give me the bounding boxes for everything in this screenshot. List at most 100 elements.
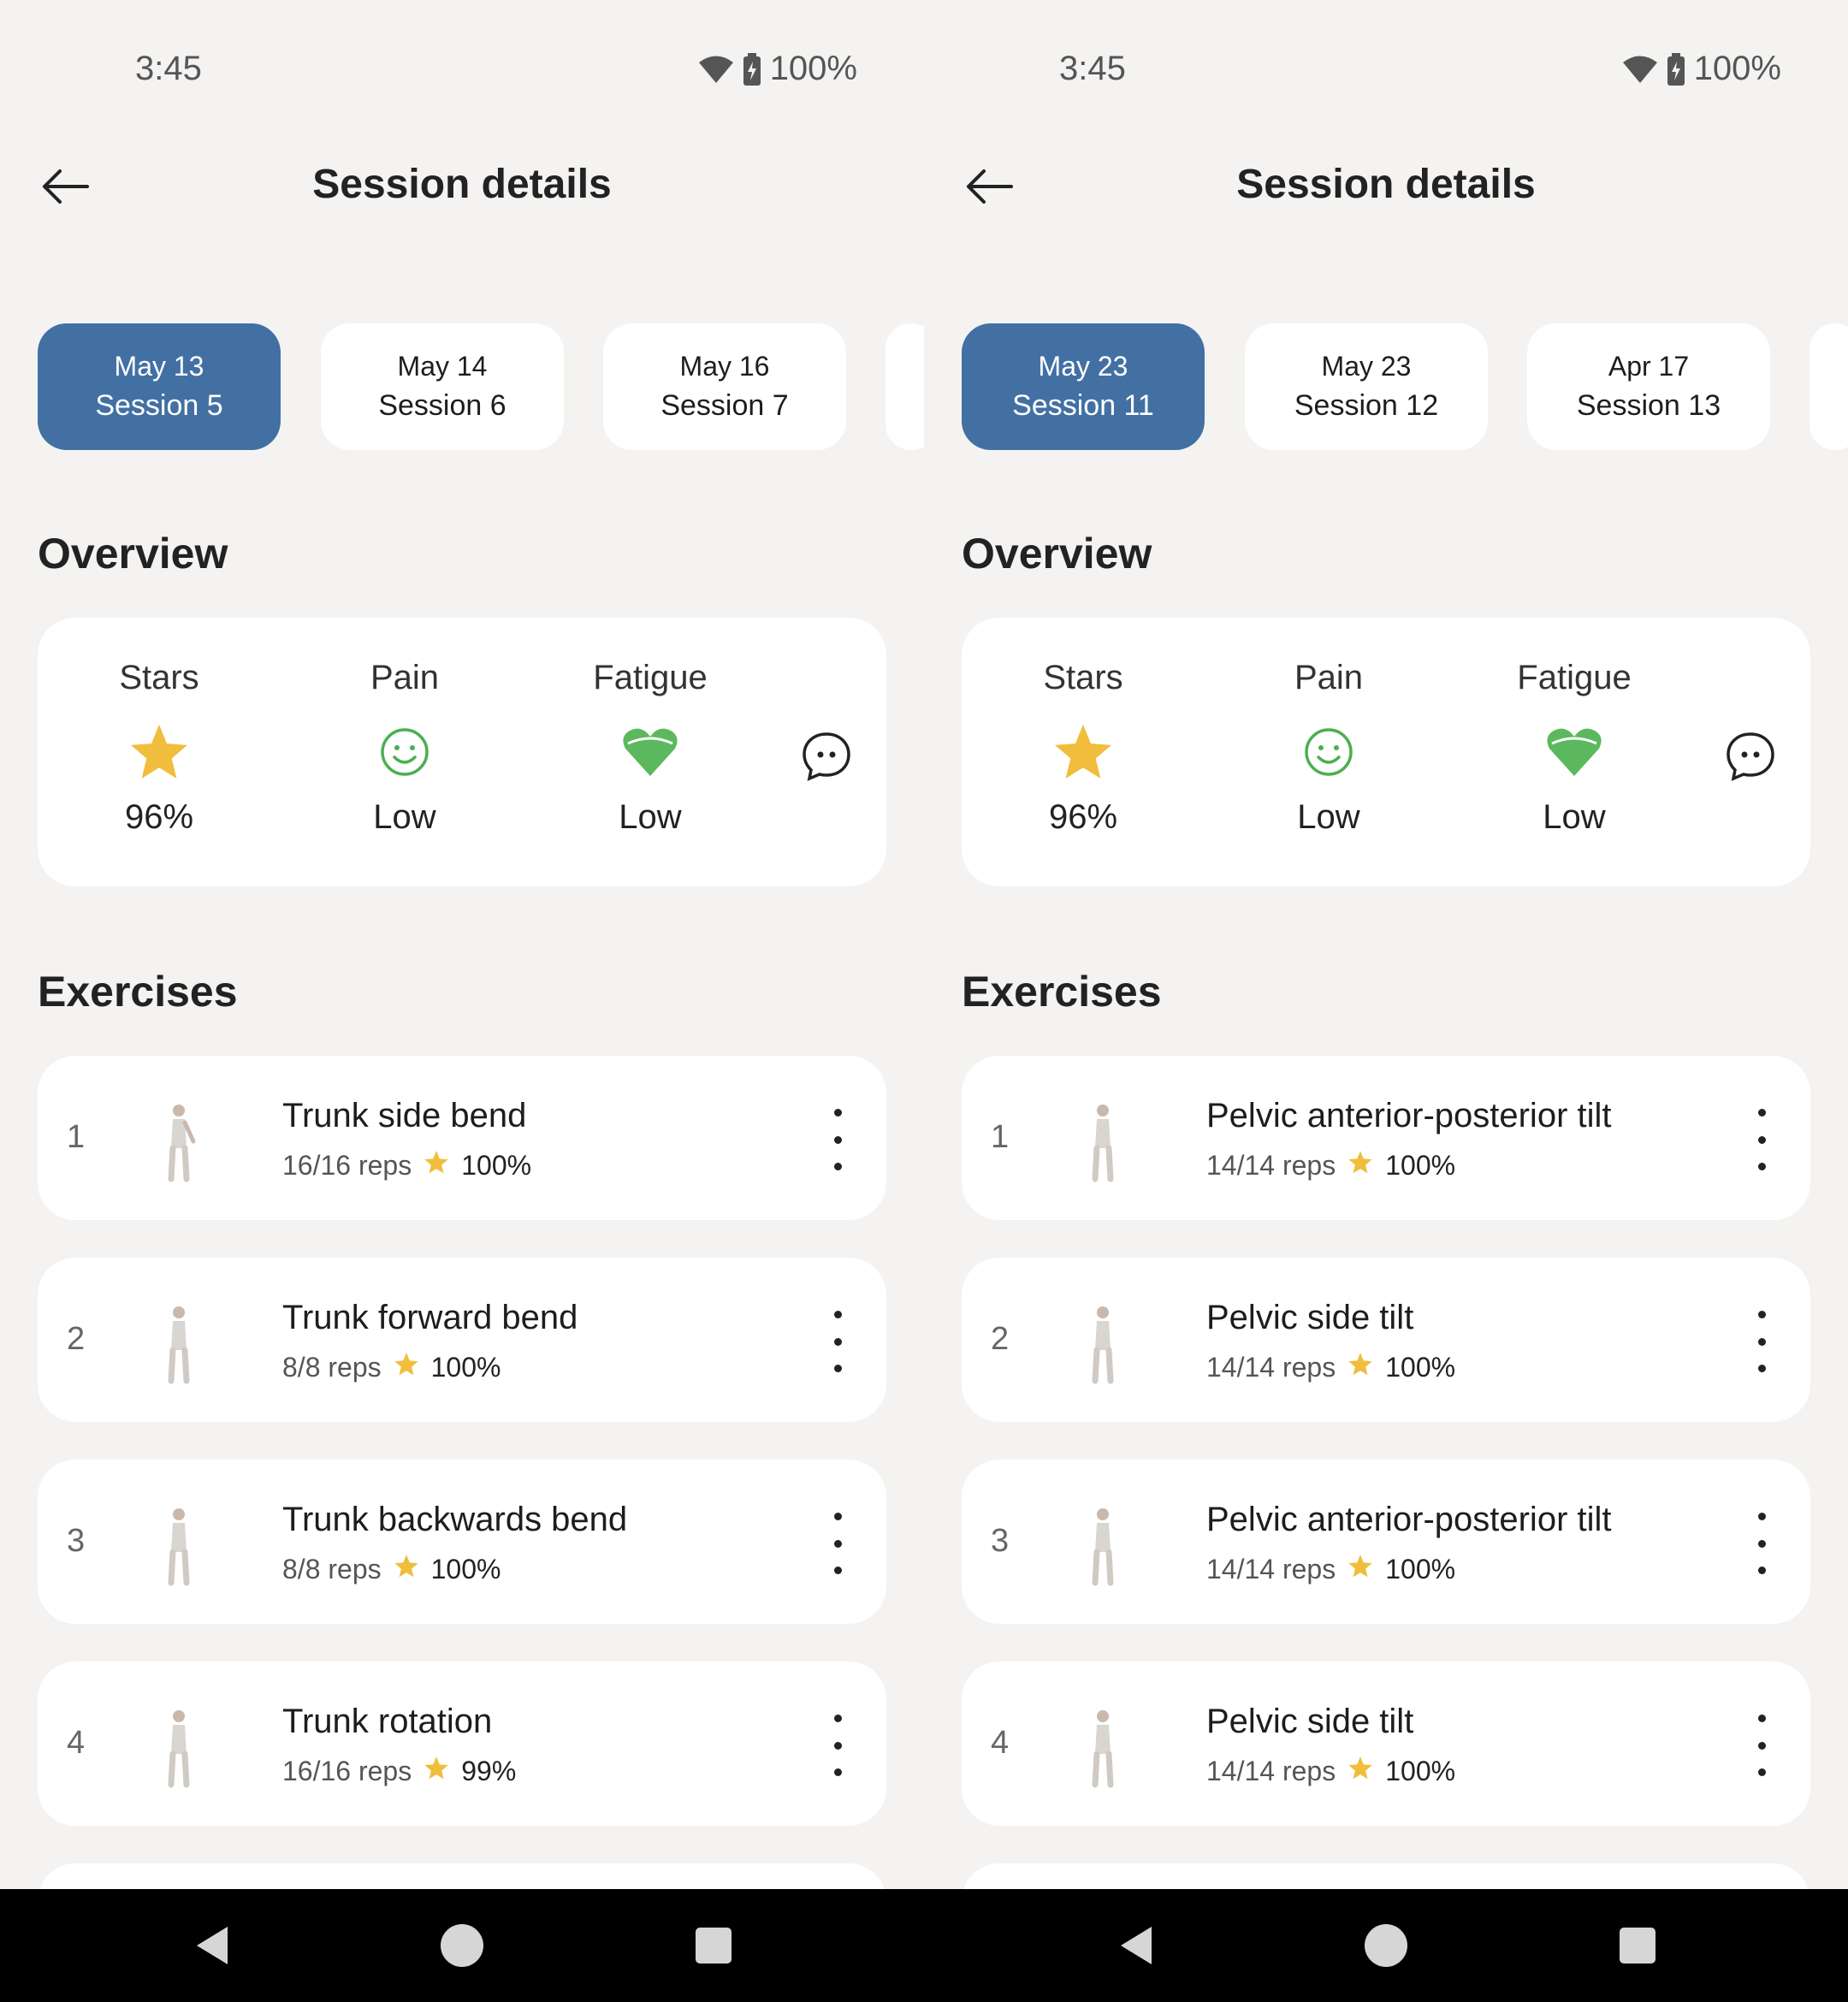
exercise-card[interactable]: 2 Trunk forward bend 8/8 reps 100% xyxy=(38,1258,886,1422)
exercise-card[interactable]: 3 Pelvic anterior-posterior tilt 14/14 r… xyxy=(962,1460,1810,1624)
stars-label: Stars xyxy=(1043,659,1123,696)
more-options-button[interactable] xyxy=(1749,1109,1774,1170)
exercise-score: 100% xyxy=(430,1554,501,1584)
star-icon xyxy=(1348,1150,1373,1182)
star-icon xyxy=(424,1756,449,1787)
exercise-reps: 14/14 reps xyxy=(1206,1756,1336,1786)
session-chip-active[interactable]: May 23 Session 11 xyxy=(962,323,1205,450)
pain-metric: Pain Low xyxy=(311,659,499,837)
pain-metric: Pain Low xyxy=(1235,659,1423,837)
overview-heading: Overview xyxy=(38,530,228,578)
exercise-thumbnail xyxy=(1064,1300,1141,1386)
overview-card: Stars 96% Pain Low Fatigue Low xyxy=(38,618,886,886)
stars-metric: Stars 96% xyxy=(989,659,1177,837)
comment-button[interactable] xyxy=(796,727,857,789)
status-bar: 3:45 100% xyxy=(924,0,1848,137)
fatigue-metric: Fatigue Low xyxy=(1480,659,1668,837)
pain-label: Pain xyxy=(370,659,440,696)
status-time: 3:45 xyxy=(1059,50,1126,87)
more-options-button[interactable] xyxy=(825,1513,850,1574)
fatigue-metric: Fatigue Low xyxy=(556,659,744,837)
session-chip[interactable]: Apr 17 Session 13 xyxy=(1527,323,1770,450)
triangle-back-icon xyxy=(190,1927,234,1971)
chat-bubble-icon xyxy=(801,731,852,786)
app-bar: Session details xyxy=(0,137,924,231)
status-time: 3:45 xyxy=(135,50,202,87)
more-options-button[interactable] xyxy=(1749,1715,1774,1776)
system-navigation-bar xyxy=(0,1889,1848,2002)
session-date: May 13 xyxy=(114,351,204,382)
circle-home-icon xyxy=(1364,1924,1408,1971)
exercise-number: 4 xyxy=(67,1725,86,1761)
nav-recents-button[interactable] xyxy=(691,1923,736,1968)
session-chip[interactable]: May 23 Session 12 xyxy=(1245,323,1488,450)
stars-metric: Stars 96% xyxy=(65,659,253,837)
exercise-reps: 14/14 reps xyxy=(1206,1150,1336,1181)
app-bar: Session details xyxy=(924,137,1848,231)
exercises-heading: Exercises xyxy=(962,968,1162,1016)
chat-bubble-icon xyxy=(1725,731,1776,786)
exercise-card-partial[interactable] xyxy=(38,1863,886,1889)
star-icon xyxy=(394,1554,419,1585)
exercise-name: Pelvic anterior-posterior tilt xyxy=(1206,1097,1612,1134)
exercise-name: Trunk side bend xyxy=(282,1097,527,1134)
battery-percentage: 100% xyxy=(769,50,857,87)
more-options-button[interactable] xyxy=(1749,1513,1774,1574)
session-chip[interactable]: May 14 Session 6 xyxy=(321,323,564,450)
nav-back-button[interactable] xyxy=(1114,1923,1158,1968)
star-icon xyxy=(1348,1756,1373,1787)
exercise-name: Trunk backwards bend xyxy=(282,1501,628,1538)
nav-back-button[interactable] xyxy=(190,1923,234,1968)
exercise-number: 4 xyxy=(991,1725,1010,1761)
session-label: Session 12 xyxy=(1294,389,1439,422)
session-date: May 14 xyxy=(397,351,488,382)
exercise-card[interactable]: 4 Trunk rotation 16/16 reps 99% xyxy=(38,1661,886,1826)
exercise-card[interactable]: 2 Pelvic side tilt 14/14 reps 100% xyxy=(962,1258,1810,1422)
exercise-name: Pelvic side tilt xyxy=(1206,1703,1414,1740)
session-date: May 16 xyxy=(679,351,770,382)
session-chip-partial[interactable] xyxy=(1810,323,1848,450)
session-selector: May 13 Session 5 May 14 Session 6 May 16… xyxy=(38,323,924,450)
session-chip-active[interactable]: May 13 Session 5 xyxy=(38,323,281,450)
session-label: Session 5 xyxy=(95,389,223,422)
fatigue-label: Fatigue xyxy=(593,659,708,696)
star-icon xyxy=(128,722,190,786)
exercise-card[interactable]: 1 Trunk side bend 16/16 reps 100% xyxy=(38,1056,886,1220)
stars-label: Stars xyxy=(119,659,199,696)
exercise-thumbnail xyxy=(1064,1099,1141,1184)
exercise-thumbnail xyxy=(140,1099,217,1184)
exercise-thumbnail xyxy=(1064,1502,1141,1588)
more-options-button[interactable] xyxy=(825,1311,850,1372)
circle-home-icon xyxy=(440,1924,484,1971)
exercise-number: 2 xyxy=(67,1321,86,1357)
exercise-thumbnail xyxy=(1064,1704,1141,1790)
exercise-score: 100% xyxy=(1385,1554,1456,1584)
exercise-name: Trunk rotation xyxy=(282,1703,493,1740)
exercise-card[interactable]: 1 Pelvic anterior-posterior tilt 14/14 r… xyxy=(962,1056,1810,1220)
more-options-button[interactable] xyxy=(825,1109,850,1170)
star-icon xyxy=(424,1150,449,1182)
exercise-reps: 8/8 reps xyxy=(282,1554,382,1584)
overview-card: Stars 96% Pain Low Fatigue Low xyxy=(962,618,1810,886)
session-chip[interactable]: May 16 Session 7 xyxy=(603,323,846,450)
nav-home-button[interactable] xyxy=(440,1923,484,1968)
fatigue-value: Low xyxy=(1543,798,1606,836)
nav-home-button[interactable] xyxy=(1364,1923,1408,1968)
nav-recents-button[interactable] xyxy=(1615,1923,1660,1968)
exercise-number: 3 xyxy=(67,1523,86,1559)
smiley-face-icon xyxy=(379,726,430,782)
exercise-thumbnail xyxy=(140,1502,217,1588)
comment-button[interactable] xyxy=(1720,727,1781,789)
exercise-card[interactable]: 4 Pelvic side tilt 14/14 reps 100% xyxy=(962,1661,1810,1826)
session-chip-partial[interactable] xyxy=(886,323,924,450)
exercise-reps: 16/16 reps xyxy=(282,1150,412,1181)
exercise-card-partial[interactable] xyxy=(962,1863,1810,1889)
exercise-thumbnail xyxy=(140,1300,217,1386)
exercise-score: 99% xyxy=(461,1756,517,1786)
stars-value: 96% xyxy=(1048,798,1118,836)
more-options-button[interactable] xyxy=(1749,1311,1774,1372)
exercise-card[interactable]: 3 Trunk backwards bend 8/8 reps 100% xyxy=(38,1460,886,1624)
exercises-heading: Exercises xyxy=(38,968,238,1016)
more-options-button[interactable] xyxy=(825,1715,850,1776)
heart-icon xyxy=(621,726,679,782)
